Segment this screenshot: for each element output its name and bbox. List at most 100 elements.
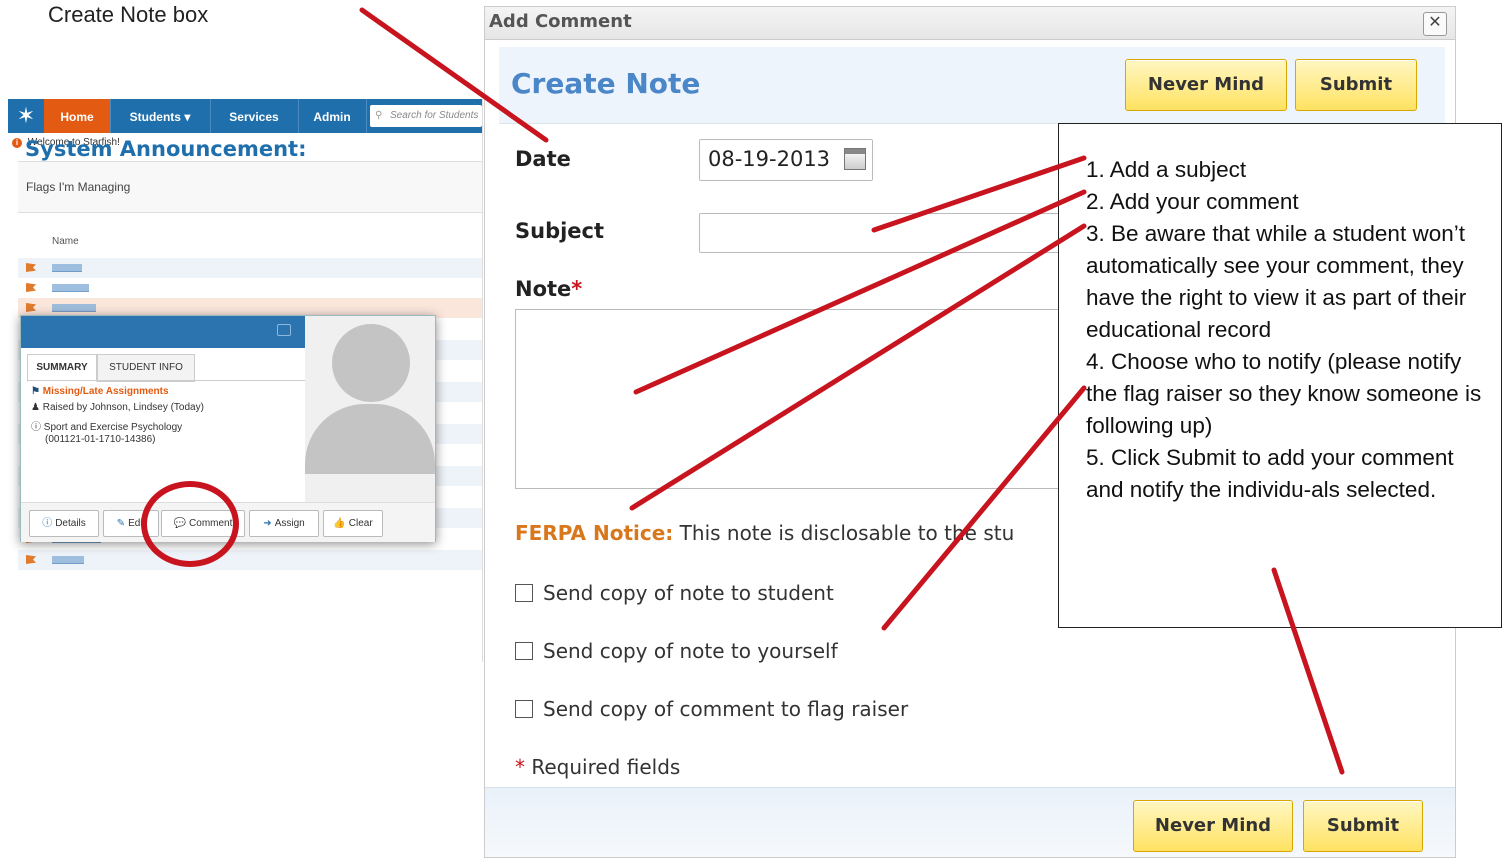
details-button[interactable]: ⓘ Details — [29, 510, 99, 537]
subject-input[interactable] — [699, 213, 1061, 253]
subject-label: Subject — [515, 219, 605, 243]
never-mind-button[interactable]: Never Mind — [1133, 800, 1293, 852]
instruction-3: 3. Be aware that while a student won’t a… — [1086, 221, 1473, 342]
details-label: Details — [55, 518, 86, 529]
date-label: Date — [515, 147, 571, 171]
flag-icon — [26, 303, 36, 312]
ferpa-label: FERPA Notice: — [515, 521, 674, 545]
tab-summary[interactable]: SUMMARY — [27, 354, 97, 382]
checkbox-student[interactable] — [515, 584, 533, 602]
assign-icon: ➜ — [263, 518, 272, 529]
nav-tab-students-label: Students — [129, 110, 181, 124]
announcement-label: System Announcement: — [25, 137, 307, 161]
flag-item: ⚑ Missing/Late Assignments — [31, 386, 169, 397]
instruction-callout: 1. Add a subject 2. Add your comment 3. … — [1058, 123, 1502, 628]
chevron-down-icon: ▾ — [184, 110, 191, 124]
checkbox-row-yourself[interactable]: Send copy of note to yourself — [515, 639, 838, 663]
student-name-link[interactable] — [52, 304, 96, 312]
nav-tab-services[interactable]: Services — [210, 99, 299, 133]
search-placeholder: Search for Students — [390, 110, 479, 121]
note-label: Note* — [515, 277, 582, 301]
course-id: (001121-01-1710-14386) — [45, 434, 156, 445]
flag-icon — [26, 555, 36, 564]
note-textarea[interactable] — [515, 309, 1061, 489]
course-name: Sport and Exercise Psychology — [43, 422, 183, 433]
column-header-name[interactable]: Name — [52, 236, 79, 247]
nav-tab-admin[interactable]: Admin — [298, 99, 367, 133]
clear-label: Clear — [348, 518, 373, 529]
caption: Create Note box — [48, 2, 209, 27]
required-asterisk: * — [571, 277, 583, 301]
student-name-link[interactable] — [52, 284, 89, 292]
checkbox-flag-raiser-label: Send copy of comment to flag raiser — [543, 697, 909, 721]
top-nav: ✶ Home Students ▾ Services Admin ⚲ Searc… — [8, 99, 482, 133]
dialog-header: Create Note Never Mind Submit — [499, 47, 1445, 124]
dialog-titlebar: Add Comment ✕ — [485, 7, 1455, 40]
page-title: Create Note — [511, 67, 701, 100]
calendar-icon[interactable] — [844, 148, 866, 170]
student-name-link[interactable] — [52, 264, 82, 272]
required-fields-note: * Required fields — [515, 755, 680, 779]
date-value: 08-19-2013 — [708, 147, 831, 171]
nav-tab-home[interactable]: Home — [44, 99, 111, 133]
flag-icon — [26, 263, 36, 272]
clear-button[interactable]: 👍 Clear — [323, 510, 383, 537]
assign-button[interactable]: ➜ Assign — [249, 510, 319, 537]
nav-tab-students[interactable]: Students ▾ — [110, 99, 211, 133]
search-icon: ⚲ — [375, 110, 383, 121]
checkbox-row-student[interactable]: Send copy of note to student — [515, 581, 834, 605]
thumbs-up-icon: 👍 — [333, 518, 346, 529]
ferpa-text: This note is disclosable to the stu — [679, 521, 1015, 545]
note-label-text: Note — [515, 277, 572, 301]
folder-icon[interactable] — [277, 324, 291, 336]
raised-by-text: Raised by Johnson, Lindsey (Today) — [42, 402, 204, 413]
table-row[interactable] — [18, 258, 482, 278]
instruction-2: 2. Add your comment — [1086, 189, 1299, 214]
flag-icon: ⚑ — [31, 386, 40, 397]
student-name-link[interactable] — [52, 556, 84, 564]
flag-name: Missing/Late Assignments — [42, 386, 169, 397]
close-icon[interactable]: ✕ — [1423, 12, 1447, 36]
never-mind-button-top[interactable]: Never Mind — [1125, 59, 1287, 111]
submit-button[interactable]: Submit — [1303, 800, 1423, 852]
flag-icon — [26, 283, 36, 292]
person-icon: ♟ — [31, 402, 40, 413]
student-photo-placeholder — [305, 316, 435, 502]
checkbox-row-flag-raiser[interactable]: Send copy of comment to flag raiser — [515, 697, 908, 721]
pencil-icon: ✎ — [116, 518, 126, 529]
submit-button-top[interactable]: Submit — [1295, 59, 1417, 111]
required-asterisk: * — [515, 755, 525, 779]
course-item: ⓘ Sport and Exercise Psychology — [31, 418, 182, 433]
starfish-logo-icon[interactable]: ✶ — [8, 99, 44, 133]
flags-panel-title: Flags I'm Managing — [18, 161, 482, 213]
dialog-title: Add Comment — [489, 11, 632, 32]
tab-divider — [27, 380, 305, 381]
instruction-5: 5. Click Submit to add your comment and … — [1086, 445, 1460, 502]
date-field[interactable]: 08-19-2013 — [699, 139, 873, 181]
avatar-body — [305, 404, 435, 474]
ferpa-notice: FERPA Notice: This note is disclosable t… — [515, 521, 1014, 545]
dialog-footer: Never Mind Submit — [485, 787, 1455, 857]
required-fields-text: Required fields — [531, 755, 681, 779]
assign-label: Assign — [274, 518, 305, 529]
table-row[interactable] — [18, 278, 482, 298]
info-icon: i — [12, 138, 22, 148]
info-icon: ⓘ — [31, 422, 41, 433]
raised-by-item: ♟ Raised by Johnson, Lindsey (Today) — [31, 402, 204, 413]
info-icon: ⓘ — [42, 518, 53, 529]
instruction-list: 1. Add a subject 2. Add your comment 3. … — [1086, 154, 1496, 506]
starfish-app-screenshot: ✶ Home Students ▾ Services Admin ⚲ Searc… — [8, 99, 483, 662]
tab-student-info[interactable]: STUDENT INFO — [97, 354, 195, 382]
popup-header — [21, 316, 305, 348]
highlight-circle-comment — [141, 481, 239, 567]
checkbox-student-label: Send copy of note to student — [543, 581, 834, 605]
checkbox-yourself[interactable] — [515, 642, 533, 660]
avatar-head — [332, 324, 410, 402]
instruction-4: 4. Choose who to notify (please notify t… — [1086, 349, 1488, 438]
system-announcement: i System Announcement: Welcome to Starfis… — [12, 137, 306, 161]
table-row[interactable] — [18, 550, 482, 570]
student-search-input[interactable]: ⚲ Search for Students — [370, 105, 482, 127]
instruction-1: 1. Add a subject — [1086, 157, 1247, 182]
checkbox-yourself-label: Send copy of note to yourself — [543, 639, 838, 663]
checkbox-flag-raiser[interactable] — [515, 700, 533, 718]
